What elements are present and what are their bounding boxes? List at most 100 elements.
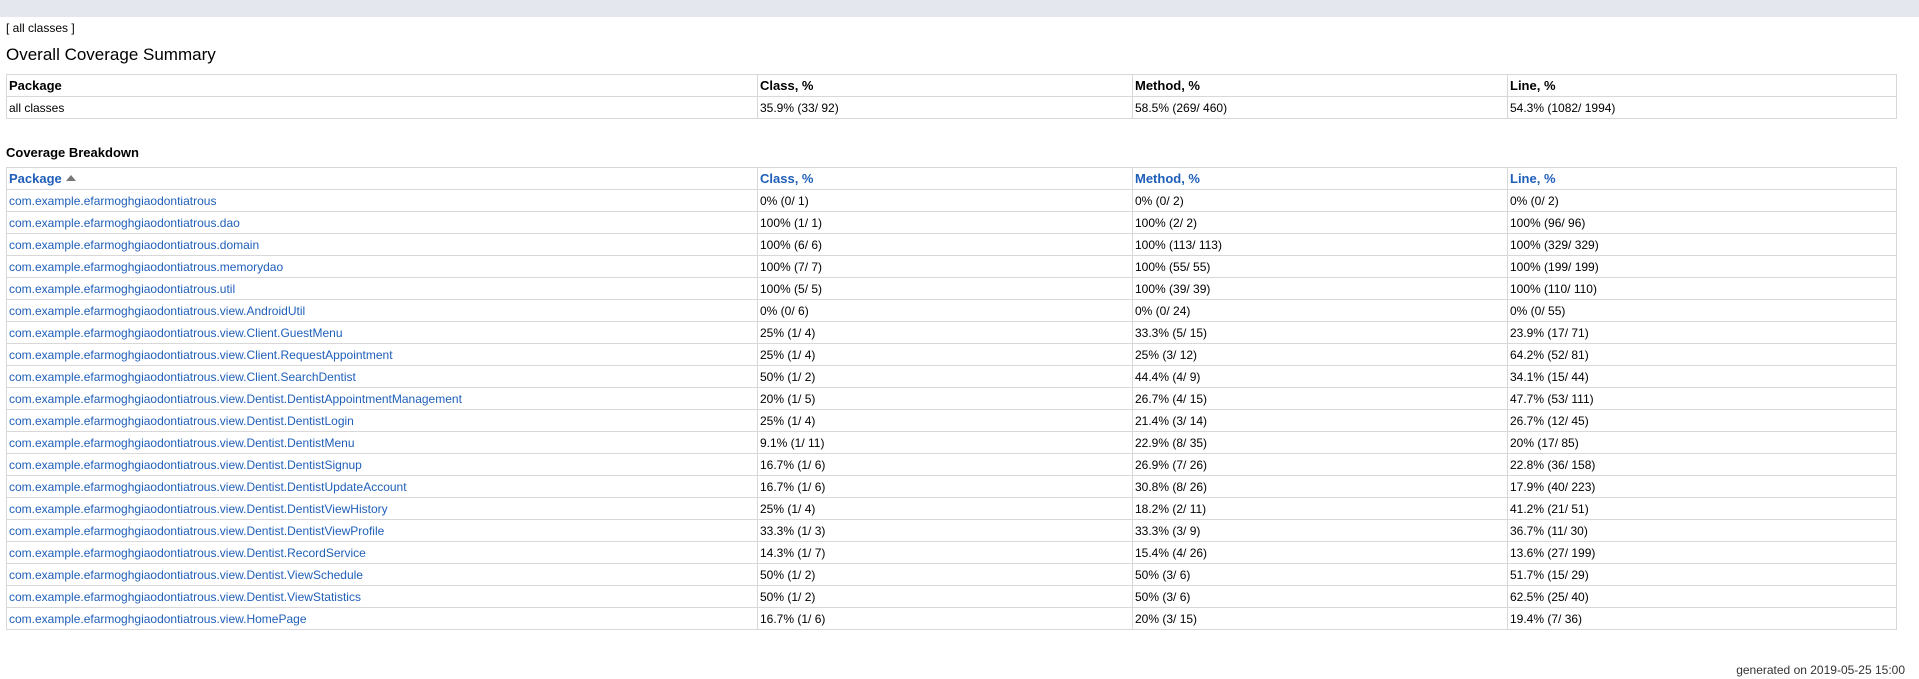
package-link[interactable]: com.example.efarmoghgiaodontiatrous.view… xyxy=(6,563,758,586)
line-coverage-cell: 34.1% (15/ 44) xyxy=(1507,365,1897,388)
summary-col-method: Method, % xyxy=(1132,74,1508,97)
package-link[interactable]: com.example.efarmoghgiaodontiatrous.view… xyxy=(6,519,758,542)
method-coverage-cell: 30.8% (8/ 26) xyxy=(1132,475,1508,498)
line-coverage-cell: 36.7% (11/ 30) xyxy=(1507,519,1897,542)
table-row: com.example.efarmoghgiaodontiatrous.util… xyxy=(6,277,1897,300)
package-link[interactable]: com.example.efarmoghgiaodontiatrous xyxy=(6,189,758,212)
table-row: com.example.efarmoghgiaodontiatrous.view… xyxy=(6,431,1897,454)
package-link[interactable]: com.example.efarmoghgiaodontiatrous.view… xyxy=(6,431,758,454)
breakdown-title: Coverage Breakdown xyxy=(6,145,139,160)
generated-timestamp: generated on 2019-05-25 15:00 xyxy=(1736,663,1905,677)
all-classes-link[interactable]: [ all classes ] xyxy=(6,21,75,35)
method-coverage-cell: 0% (0/ 2) xyxy=(1132,189,1508,212)
method-coverage-cell: 100% (113/ 113) xyxy=(1132,233,1508,256)
class-coverage-cell: 0% (0/ 1) xyxy=(757,189,1133,212)
line-coverage-cell: 0% (0/ 55) xyxy=(1507,299,1897,322)
line-coverage-cell: 19.4% (7/ 36) xyxy=(1507,607,1897,630)
package-link[interactable]: com.example.efarmoghgiaodontiatrous.view… xyxy=(6,607,758,630)
summary-method-cell: 58.5% (269/ 460) xyxy=(1132,96,1508,119)
class-coverage-cell: 16.7% (1/ 6) xyxy=(757,475,1133,498)
table-row: com.example.efarmoghgiaodontiatrous.view… xyxy=(6,475,1897,498)
method-coverage-cell: 26.9% (7/ 26) xyxy=(1132,453,1508,476)
line-coverage-cell: 41.2% (21/ 51) xyxy=(1507,497,1897,520)
method-coverage-cell: 18.2% (2/ 11) xyxy=(1132,497,1508,520)
package-link[interactable]: com.example.efarmoghgiaodontiatrous.view… xyxy=(6,409,758,432)
line-coverage-cell: 26.7% (12/ 45) xyxy=(1507,409,1897,432)
class-coverage-cell: 20% (1/ 5) xyxy=(757,387,1133,410)
sort-by-line-header[interactable]: Line, % xyxy=(1507,167,1897,190)
method-coverage-cell: 26.7% (4/ 15) xyxy=(1132,387,1508,410)
table-row: com.example.efarmoghgiaodontiatrous.view… xyxy=(6,387,1897,410)
table-row: com.example.efarmoghgiaodontiatrous.view… xyxy=(6,409,1897,432)
method-coverage-cell: 33.3% (3/ 9) xyxy=(1132,519,1508,542)
class-coverage-cell: 25% (1/ 4) xyxy=(757,409,1133,432)
line-coverage-cell: 62.5% (25/ 40) xyxy=(1507,585,1897,608)
summary-col-package: Package xyxy=(6,74,758,97)
summary-line-cell: 54.3% (1082/ 1994) xyxy=(1507,96,1897,119)
method-coverage-cell: 25% (3/ 12) xyxy=(1132,343,1508,366)
package-link[interactable]: com.example.efarmoghgiaodontiatrous.util xyxy=(6,277,758,300)
summary-col-class: Class, % xyxy=(757,74,1133,97)
sort-by-class-header[interactable]: Class, % xyxy=(757,167,1133,190)
line-coverage-cell: 100% (199/ 199) xyxy=(1507,255,1897,278)
table-row: com.example.efarmoghgiaodontiatrous.view… xyxy=(6,365,1897,388)
method-coverage-cell: 0% (0/ 24) xyxy=(1132,299,1508,322)
package-link[interactable]: com.example.efarmoghgiaodontiatrous.view… xyxy=(6,475,758,498)
method-coverage-cell: 100% (2/ 2) xyxy=(1132,211,1508,234)
table-row: com.example.efarmoghgiaodontiatrous.view… xyxy=(6,585,1897,608)
sort-by-package-header[interactable]: Package xyxy=(6,167,758,190)
class-coverage-cell: 100% (6/ 6) xyxy=(757,233,1133,256)
method-coverage-cell: 33.3% (5/ 15) xyxy=(1132,321,1508,344)
package-link[interactable]: com.example.efarmoghgiaodontiatrous.dao xyxy=(6,211,758,234)
package-link[interactable]: com.example.efarmoghgiaodontiatrous.view… xyxy=(6,497,758,520)
line-coverage-cell: 51.7% (15/ 29) xyxy=(1507,563,1897,586)
summary-col-line: Line, % xyxy=(1507,74,1897,97)
method-coverage-cell: 20% (3/ 15) xyxy=(1132,607,1508,630)
class-coverage-cell: 16.7% (1/ 6) xyxy=(757,453,1133,476)
class-coverage-cell: 100% (7/ 7) xyxy=(757,255,1133,278)
package-header-label[interactable]: Package xyxy=(9,171,62,186)
line-coverage-cell: 100% (110/ 110) xyxy=(1507,277,1897,300)
method-coverage-cell: 100% (39/ 39) xyxy=(1132,277,1508,300)
table-row: com.example.efarmoghgiaodontiatrous.view… xyxy=(6,563,1897,586)
package-link[interactable]: com.example.efarmoghgiaodontiatrous.view… xyxy=(6,453,758,476)
page-title: Overall Coverage Summary xyxy=(6,45,216,64)
package-link[interactable]: com.example.efarmoghgiaodontiatrous.view… xyxy=(6,299,758,322)
method-coverage-cell: 50% (3/ 6) xyxy=(1132,585,1508,608)
class-coverage-cell: 25% (1/ 4) xyxy=(757,343,1133,366)
table-row: com.example.efarmoghgiaodontiatrous.dao 1… xyxy=(6,211,1897,234)
line-coverage-cell: 20% (17/ 85) xyxy=(1507,431,1897,454)
method-coverage-cell: 50% (3/ 6) xyxy=(1132,563,1508,586)
package-link[interactable]: com.example.efarmoghgiaodontiatrous.memo… xyxy=(6,255,758,278)
sort-by-method-header[interactable]: Method, % xyxy=(1132,167,1508,190)
line-coverage-cell: 100% (329/ 329) xyxy=(1507,233,1897,256)
class-coverage-cell: 0% (0/ 6) xyxy=(757,299,1133,322)
package-link[interactable]: com.example.efarmoghgiaodontiatrous.view… xyxy=(6,541,758,564)
breakdown-header-row: Package Class, % Method, % Line, % xyxy=(6,167,1897,190)
table-row: com.example.efarmoghgiaodontiatrous.view… xyxy=(6,519,1897,542)
method-coverage-cell: 44.4% (4/ 9) xyxy=(1132,365,1508,388)
table-row: com.example.efarmoghgiaodontiatrous.view… xyxy=(6,453,1897,476)
package-link[interactable]: com.example.efarmoghgiaodontiatrous.view… xyxy=(6,343,758,366)
package-link[interactable]: com.example.efarmoghgiaodontiatrous.view… xyxy=(6,387,758,410)
table-row: com.example.efarmoghgiaodontiatrous.view… xyxy=(6,497,1897,520)
class-coverage-cell: 100% (5/ 5) xyxy=(757,277,1133,300)
table-row: com.example.efarmoghgiaodontiatrous.view… xyxy=(6,299,1897,322)
line-coverage-cell: 22.8% (36/ 158) xyxy=(1507,453,1897,476)
method-coverage-cell: 22.9% (8/ 35) xyxy=(1132,431,1508,454)
summary-package-cell: all classes xyxy=(6,96,758,119)
line-coverage-cell: 100% (96/ 96) xyxy=(1507,211,1897,234)
package-link[interactable]: com.example.efarmoghgiaodontiatrous.view… xyxy=(6,365,758,388)
class-coverage-cell: 33.3% (1/ 3) xyxy=(757,519,1133,542)
package-link[interactable]: com.example.efarmoghgiaodontiatrous.view… xyxy=(6,321,758,344)
sort-ascending-icon xyxy=(65,175,76,181)
package-link[interactable]: com.example.efarmoghgiaodontiatrous.view… xyxy=(6,585,758,608)
line-coverage-cell: 13.6% (27/ 199) xyxy=(1507,541,1897,564)
class-coverage-cell: 14.3% (1/ 7) xyxy=(757,541,1133,564)
summary-row: all classes 35.9% (33/ 92) 58.5% (269/ 4… xyxy=(6,96,1897,119)
table-row: com.example.efarmoghgiaodontiatrous.view… xyxy=(6,321,1897,344)
class-coverage-cell: 9.1% (1/ 11) xyxy=(757,431,1133,454)
summary-table: Package Class, % Method, % Line, % all c… xyxy=(6,74,1897,119)
package-link[interactable]: com.example.efarmoghgiaodontiatrous.doma… xyxy=(6,233,758,256)
summary-header-row: Package Class, % Method, % Line, % xyxy=(6,74,1897,97)
